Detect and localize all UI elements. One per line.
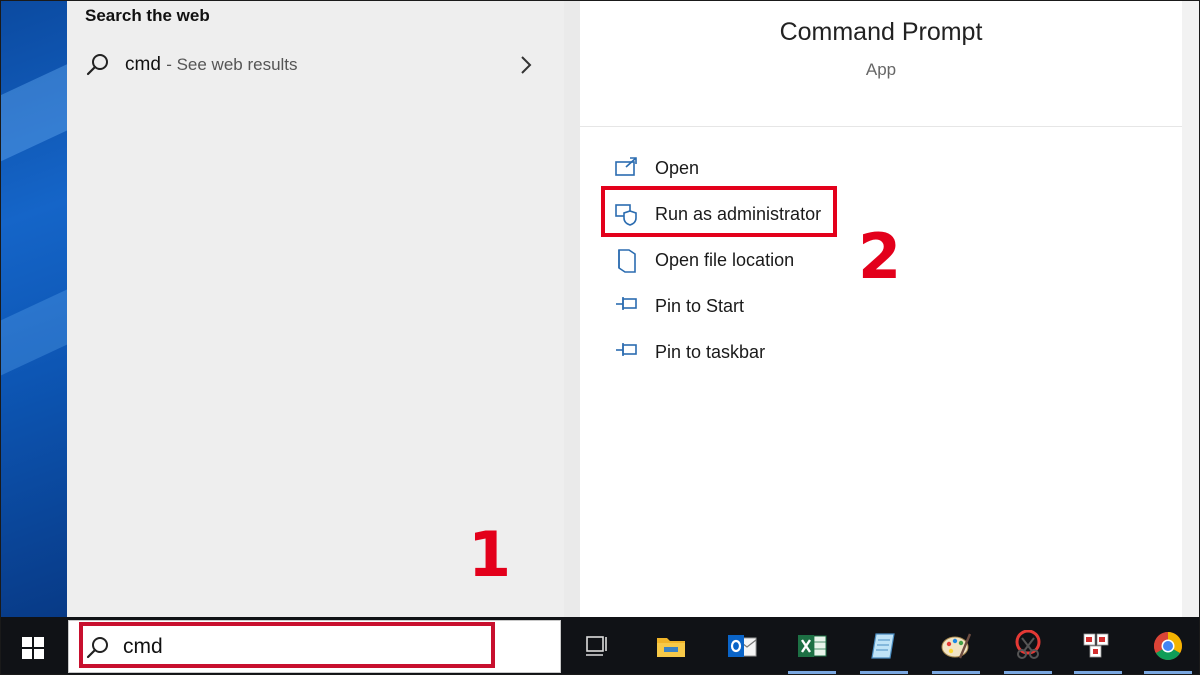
snipping-tool-button[interactable]	[1000, 617, 1056, 675]
action-label: Open	[655, 158, 700, 178]
step-number-2: 2	[858, 220, 902, 293]
action-run-as-administrator[interactable]: Run as administrator	[608, 194, 968, 234]
pane-divider	[564, 0, 580, 617]
chevron-right-icon	[521, 56, 532, 74]
file-explorer-icon	[657, 638, 685, 657]
search-icon	[86, 637, 108, 659]
file-location-icon	[618, 249, 636, 273]
taskbar	[0, 617, 1200, 675]
windows-logo-icon	[22, 637, 44, 659]
outlook-icon	[728, 635, 757, 657]
taskbar-search-box[interactable]	[68, 620, 561, 673]
app-title: Command Prompt	[779, 18, 983, 46]
action-label: Pin to taskbar	[655, 342, 766, 362]
action-open-file-location[interactable]: Open file location	[608, 240, 968, 280]
search-icon	[86, 54, 108, 76]
outlook-button[interactable]	[714, 617, 770, 675]
paint-icon	[941, 633, 972, 659]
unikey-icon	[1083, 633, 1109, 658]
start-button[interactable]	[0, 617, 67, 675]
notepad-button[interactable]	[856, 617, 912, 675]
pin-icon	[616, 343, 637, 356]
web-result-text: cmd - See web results	[125, 54, 298, 76]
section-heading-search-web: Search the web	[85, 6, 210, 25]
detail-divider	[580, 126, 1182, 127]
action-label: Run as administrator	[655, 204, 822, 224]
action-pin-to-taskbar[interactable]: Pin to taskbar	[608, 332, 968, 372]
paint-button[interactable]	[928, 617, 984, 675]
app-detail-pane: Command Prompt App Open Run as administr…	[580, 0, 1182, 617]
scrollbar-track[interactable]	[1182, 0, 1200, 617]
excel-icon	[798, 635, 827, 657]
search-input[interactable]	[123, 632, 503, 662]
shield-icon	[615, 204, 637, 226]
action-pin-to-start[interactable]: Pin to Start	[608, 286, 968, 326]
open-window-icon	[615, 157, 637, 176]
app-type-label: App	[865, 60, 897, 79]
web-result-suffix: - See web results	[166, 55, 298, 74]
snipping-tool-icon	[1015, 630, 1041, 659]
task-view-icon	[586, 636, 607, 656]
action-label: Open file location	[655, 250, 795, 270]
notepad-icon	[871, 633, 895, 659]
task-view-button[interactable]	[571, 617, 627, 675]
chrome-icon	[1154, 632, 1182, 660]
step-number-1: 1	[468, 518, 512, 591]
web-result-query: cmd	[125, 54, 161, 75]
chrome-button[interactable]	[1140, 617, 1196, 675]
action-label: Pin to Start	[655, 296, 745, 316]
excel-button[interactable]	[784, 617, 840, 675]
file-explorer-button[interactable]	[643, 617, 699, 675]
unikey-button[interactable]	[1070, 617, 1126, 675]
web-search-result[interactable]: cmd - See web results	[67, 42, 564, 90]
action-open[interactable]: Open	[608, 148, 968, 188]
pin-icon	[616, 297, 637, 310]
desktop-background	[0, 0, 67, 617]
